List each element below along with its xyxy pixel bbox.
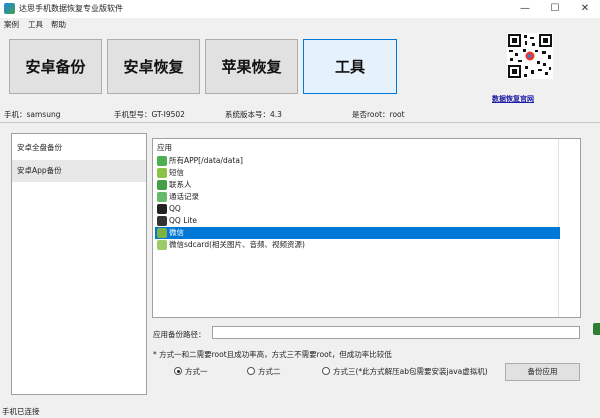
system-version-info: 系统版本号：4.3 xyxy=(225,110,282,119)
radio-circle[interactable] xyxy=(174,367,182,375)
app-list[interactable]: 应用 所有APP[/data/data] 短信联系人通话记录 QQ QQ Lite 微信… xyxy=(152,138,581,318)
backup-path-input[interactable] xyxy=(212,326,580,339)
app-row[interactable]: QQ Lite xyxy=(155,215,560,227)
app-row-label: 微信sdcard(相关图片、音频、视频资源) xyxy=(169,240,305,249)
method-note: * 方式一和二需要root且成功率高，方式三不需要root，但成功率比较低 xyxy=(153,350,392,359)
menu-bar: 案例 工具 帮助 xyxy=(0,18,600,31)
app-row-label: QQ xyxy=(169,204,181,213)
side-tab-icon[interactable] xyxy=(593,323,600,335)
backup-app-button[interactable]: 备份应用 xyxy=(505,363,580,381)
app-row-label: QQ Lite xyxy=(169,216,198,225)
backup-path-label: 应用备份路径： xyxy=(153,330,206,339)
apps-icon xyxy=(157,156,167,166)
window-title: 达思手机数据恢复专业版软件 xyxy=(19,4,123,13)
app-row[interactable]: 微信sdcard(相关图片、音频、视频资源) xyxy=(155,239,560,251)
app-row-label: 所有APP[/data/data] xyxy=(169,156,243,165)
method-one-label: 方式一 xyxy=(185,367,208,376)
wechat-sdcard-icon xyxy=(157,240,167,250)
app-row[interactable]: 微信 xyxy=(155,227,560,239)
radio-circle[interactable] xyxy=(247,367,255,375)
qr-code-icon xyxy=(507,33,553,79)
phone-info: 手机：samsung xyxy=(4,110,61,119)
app-row-label: 微信 xyxy=(169,228,184,237)
model-info: 手机型号：GT-I9502 xyxy=(114,110,185,119)
app-row-label: 联系人 xyxy=(169,180,192,189)
maximize-button[interactable]: ☐ xyxy=(540,0,570,18)
nav-item-app-backup[interactable]: 安卓App备份 xyxy=(12,160,146,182)
wechat-icon xyxy=(157,228,167,238)
android-backup-button[interactable]: 安卓备份 xyxy=(9,39,102,94)
close-button[interactable]: ✕ xyxy=(570,0,600,18)
menu-cases[interactable]: 案例 xyxy=(4,19,19,30)
android-restore-button[interactable]: 安卓恢复 xyxy=(107,39,200,94)
app-row-label: 通话记录 xyxy=(169,192,199,201)
official-site-link[interactable]: 数据恢复官网 xyxy=(492,94,534,104)
divider xyxy=(0,122,600,123)
app-row-label: 短信 xyxy=(169,168,184,177)
nav-item-full-backup[interactable]: 安卓全盘备份 xyxy=(12,137,146,159)
qq-icon xyxy=(157,204,167,214)
radio-circle[interactable] xyxy=(322,367,330,375)
app-column-header[interactable]: 应用 xyxy=(157,142,172,153)
app-row[interactable]: 联系人 xyxy=(155,179,560,191)
sms-icon xyxy=(157,168,167,178)
status-text: 手机已连接 xyxy=(2,407,40,416)
tools-button[interactable]: 工具 xyxy=(303,39,397,94)
contacts-icon xyxy=(157,180,167,190)
method-two-label: 方式二 xyxy=(258,367,281,376)
app-row[interactable]: 所有APP[/data/data] xyxy=(155,155,560,167)
app-row[interactable]: 通话记录 xyxy=(155,191,560,203)
root-status-info: 是否root：root xyxy=(352,110,405,119)
call-log-icon xyxy=(157,192,167,202)
menu-tools[interactable]: 工具 xyxy=(28,19,43,30)
apple-restore-button[interactable]: 苹果恢复 xyxy=(205,39,298,94)
app-logo-icon xyxy=(4,3,15,14)
title-bar: 达思手机数据恢复专业版软件 — ☐ ✕ xyxy=(0,0,600,18)
minimize-button[interactable]: — xyxy=(510,0,540,18)
qq-lite-icon xyxy=(157,216,167,226)
method-three-label: 方式三(*此方式解压ab包需要安装java虚拟机) xyxy=(333,367,488,376)
menu-help[interactable]: 帮助 xyxy=(51,19,66,30)
app-row[interactable]: QQ xyxy=(155,203,560,215)
app-row[interactable]: 短信 xyxy=(155,167,560,179)
backup-type-list: 安卓全盘备份 安卓App备份 xyxy=(11,133,147,395)
